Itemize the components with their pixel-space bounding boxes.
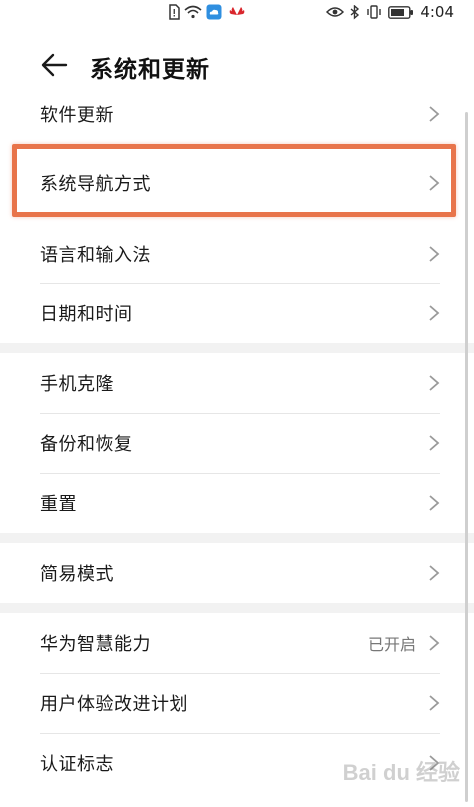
status-right-icons: 4:04 [326, 3, 454, 21]
setting-label: 用户体验改进计划 [40, 694, 188, 715]
chevron-right-icon [429, 305, 440, 321]
wifi-icon [184, 5, 202, 19]
setting-system-navigation[interactable]: 系统导航方式 [0, 153, 474, 213]
chevron-right-icon [429, 246, 440, 262]
status-time: 4:04 [420, 3, 454, 21]
watermark: Bai du 经验 [342, 760, 460, 785]
setting-label: 华为智慧能力 [40, 634, 151, 655]
setting-language-input[interactable]: 语言和输入法 [0, 224, 474, 284]
eye-icon [326, 6, 345, 18]
chevron-right-icon [429, 635, 440, 651]
setting-label: 系统导航方式 [40, 174, 151, 195]
status-center-icons [168, 4, 248, 20]
section-gap [0, 533, 474, 543]
setting-user-experience-program[interactable]: 用户体验改进计划 [0, 673, 474, 733]
setting-phone-clone[interactable]: 手机克隆 [0, 353, 474, 413]
setting-software-update[interactable]: 软件更新 [0, 84, 474, 144]
setting-backup-restore[interactable]: 备份和恢复 [0, 413, 474, 473]
section-gap [0, 343, 474, 353]
setting-label: 认证标志 [40, 754, 114, 775]
setting-label: 简易模式 [40, 564, 114, 585]
status-bar: 4:04 [0, 0, 474, 28]
chevron-right-icon [429, 106, 440, 122]
setting-huawei-ai[interactable]: 华为智慧能力 已开启 [0, 613, 474, 673]
sim-alert-icon [168, 4, 180, 20]
chevron-right-icon [429, 565, 440, 581]
bluetooth-icon [350, 4, 360, 20]
app-header: 系统和更新 [0, 44, 474, 88]
setting-status-value: 已开启 [367, 635, 416, 654]
page-title: 系统和更新 [90, 57, 210, 83]
setting-reset[interactable]: 重置 [0, 473, 474, 533]
section-gap [0, 603, 474, 613]
chevron-right-icon [429, 435, 440, 451]
setting-label: 重置 [40, 494, 77, 515]
setting-simple-mode[interactable]: 简易模式 [0, 543, 474, 603]
chevron-right-icon [429, 175, 440, 191]
arrow-left-icon [41, 53, 68, 77]
cloud-icon [206, 4, 222, 20]
setting-label: 语言和输入法 [40, 245, 151, 266]
setting-label: 日期和时间 [40, 304, 133, 325]
back-button[interactable] [40, 50, 70, 80]
setting-label: 备份和恢复 [40, 434, 133, 455]
chevron-right-icon [429, 495, 440, 511]
scrollbar[interactable] [465, 112, 468, 802]
chevron-right-icon [429, 375, 440, 391]
setting-label: 手机克隆 [40, 374, 114, 395]
setting-label: 软件更新 [40, 105, 114, 126]
huawei-logo-icon [226, 5, 248, 19]
battery-icon [388, 5, 414, 19]
vibrate-icon [366, 5, 382, 19]
setting-date-time[interactable]: 日期和时间 [0, 283, 474, 343]
chevron-right-icon [429, 695, 440, 711]
